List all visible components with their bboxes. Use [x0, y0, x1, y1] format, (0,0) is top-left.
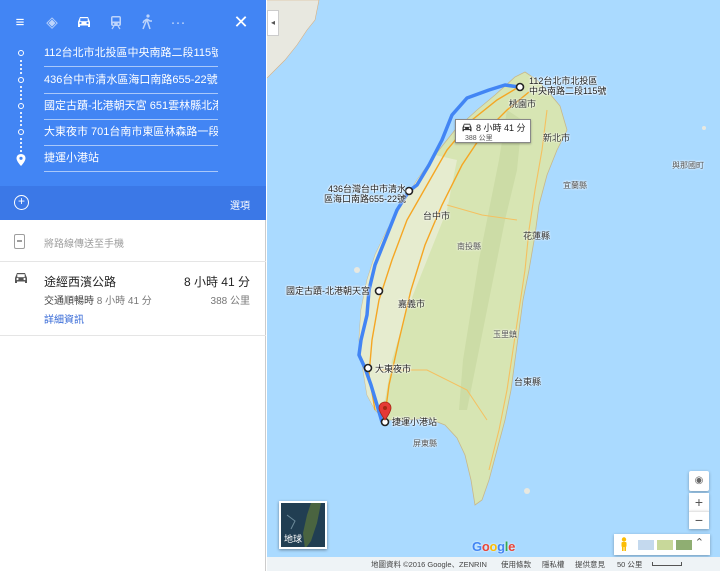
train-icon-graphic: [111, 15, 121, 29]
expand-icon[interactable]: ⌃: [695, 536, 704, 549]
destination-pin-dot: [383, 406, 387, 410]
waypoint-dot-icon: [18, 50, 24, 56]
privacy-link[interactable]: 隱私權: [542, 559, 565, 570]
satellite-label: 地球: [284, 534, 303, 544]
pegman-icon[interactable]: [620, 537, 628, 551]
send-to-phone-row[interactable]: 將路線傳送至手機: [0, 222, 266, 262]
terms-link[interactable]: 使用條款: [501, 559, 531, 570]
my-location-button[interactable]: ◉: [689, 471, 709, 491]
city-label-taitung: 台東縣: [514, 377, 542, 387]
send-to-phone-label: 將路線傳送至手機: [44, 239, 124, 250]
traffic-time: 8 小時 41 分: [96, 296, 152, 307]
waypoint-connector: [20, 112, 22, 126]
car-icon-graphic: [15, 273, 27, 283]
waypoint-dot-icon: [18, 103, 24, 109]
car-icon-graphic: [78, 17, 90, 27]
waypoint-dot-icon: [18, 77, 24, 83]
directions-header: ≡ ◈ ··· ✕ 112台北市北投區中央南路二段115號 436台中市清水區海…: [0, 0, 266, 214]
map-canvas[interactable]: 桃園市 新北市 宜蘭縣 台中市 花蓮縣 南投縣 嘉義市 玉里鎮 台東縣 屏東縣 …: [267, 0, 720, 571]
scale-bar: [652, 562, 682, 566]
city-label-nantou: 南投縣: [457, 242, 481, 251]
waypoint-marker-beigang[interactable]: [374, 286, 384, 296]
options-bar: + 選項: [0, 186, 266, 220]
close-icon[interactable]: ✕: [229, 10, 253, 34]
car-icon-graphic: [462, 123, 472, 132]
marker-label-end: 捷運小港站: [392, 417, 438, 427]
city-label-yilan: 宜蘭縣: [563, 181, 587, 190]
feedback-link[interactable]: 提供意見: [575, 559, 605, 570]
route-option[interactable]: 途經西濱公路 8 小時 41 分 交通順暢時 8 小時 41 分 388 公里 …: [0, 264, 266, 336]
waypoint-input-2[interactable]: 436台中市清水區海口南路655-22號: [44, 68, 218, 94]
map-footer: 地圖資料 ©2016 Google、ZENRIN 使用條款 隱私權 提供意見 5…: [267, 557, 720, 571]
waypoint-input-1[interactable]: 112台北市北投區中央南路二段115號: [44, 41, 218, 67]
route-distance: 388 公里: [210, 296, 250, 307]
destination-pin-icon: [16, 154, 26, 166]
waypoint-marker-taichung[interactable]: [404, 186, 414, 196]
train-icon[interactable]: [104, 10, 128, 34]
city-label-yuli: 玉里鎮: [493, 330, 517, 339]
marker-label-start: 112台北市北投區 中央南路二段115號: [529, 76, 607, 96]
marker-label-dadong: 大東夜市: [375, 364, 412, 374]
google-logo: Google: [472, 539, 515, 554]
route-details-link[interactable]: 詳細資訊: [44, 311, 84, 326]
collapse-panel-button[interactable]: ◂: [267, 10, 279, 36]
walk-icon-graphic: [142, 14, 152, 30]
destination-pin-graphic: [16, 154, 26, 166]
car-icon: [13, 271, 29, 288]
waypoint-input-destination[interactable]: 捷運小港站: [44, 146, 218, 172]
zoom-out-button[interactable]: −: [689, 511, 709, 529]
google-logo-letter: g: [497, 539, 505, 554]
island: [286, 21, 292, 27]
city-label-hualien: 花蓮縣: [523, 231, 551, 241]
waypoint-marker-dadong[interactable]: [363, 363, 373, 373]
waypoint-connector: [20, 138, 22, 152]
car-icon[interactable]: [72, 10, 96, 34]
route-summary-popup[interactable]: 8 小時 41 分 388 公里: [455, 119, 531, 143]
city-label-yonaguni: 與那國町: [672, 161, 704, 170]
scale-label: 50 公里: [617, 560, 643, 569]
route-duration: 8 小時 41 分: [183, 275, 250, 289]
menu-icon[interactable]: ≡: [8, 10, 32, 34]
popup-distance: 388 公里: [465, 135, 493, 142]
waypoint-dot-icon: [18, 129, 24, 135]
travel-mode-bar: ≡ ◈ ··· ✕: [0, 0, 266, 44]
marker-label-taichung: 436台灣台中市清水 區海口南路655-22號: [324, 184, 407, 204]
city-label-taoyuan: 桃園市: [509, 99, 537, 109]
waypoint-connector: [20, 60, 22, 74]
route-name: 途經西濱公路: [44, 275, 117, 289]
satellite-toggle[interactable]: 地球: [279, 501, 327, 549]
options-button[interactable]: 選項: [230, 197, 250, 212]
google-logo-letter: G: [472, 539, 482, 554]
send-to-phone-icon: [14, 234, 25, 249]
traffic-label: 交通順暢時: [44, 296, 94, 307]
marker-label-beigang: 國定古蹟-北港朝天宮: [286, 286, 370, 296]
google-logo-letter: o: [489, 539, 498, 554]
layer-thumbnails-graphic: [638, 540, 692, 550]
waypoint-input-3[interactable]: 國定古蹟-北港朝天宮 651雲林縣北港鎮: [44, 94, 218, 120]
city-label-taipei: 新北市: [543, 133, 571, 143]
layer-thumbnails-icon[interactable]: [638, 539, 693, 550]
map-tools-bar: ⌃: [614, 534, 710, 555]
city-label-chiayi: 嘉義市: [398, 299, 426, 309]
zoom-in-button[interactable]: +: [689, 493, 709, 511]
waypoint-marker-start[interactable]: [515, 82, 525, 92]
city-label-taichung: 台中市: [423, 211, 451, 221]
route-traffic-note: 交通順暢時 8 小時 41 分: [44, 292, 152, 307]
walk-icon[interactable]: [135, 10, 159, 34]
add-destination-icon[interactable]: +: [14, 195, 29, 210]
directions-icon[interactable]: ◈: [40, 10, 64, 34]
pegman-graphic: [621, 537, 627, 551]
island: [524, 488, 530, 494]
directions-panel: ≡ ◈ ··· ✕ 112台北市北投區中央南路二段115號 436台中市清水區海…: [0, 0, 266, 571]
waypoint-input-4[interactable]: 大東夜市 701台南市東區林森路一段316: [44, 120, 218, 146]
google-logo-letter: e: [508, 539, 516, 554]
city-label-pingtung: 屏東縣: [413, 439, 437, 448]
island: [702, 126, 706, 130]
waypoint-connector: [20, 86, 22, 100]
map-attribution: 地圖資料 ©2016 Google、ZENRIN: [371, 560, 487, 569]
more-icon[interactable]: ···: [166, 10, 190, 34]
island: [354, 267, 360, 273]
